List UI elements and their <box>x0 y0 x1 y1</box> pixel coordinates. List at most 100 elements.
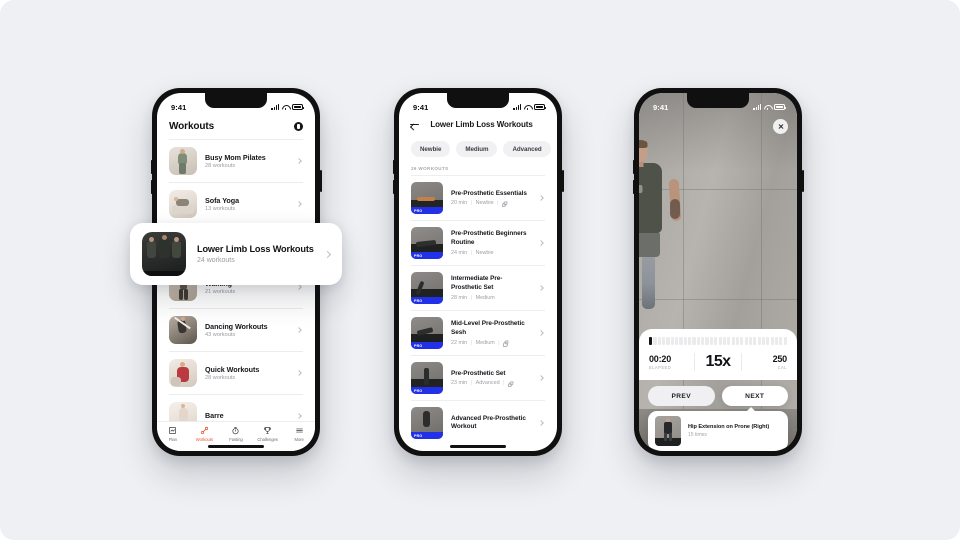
progress-segment <box>718 337 722 345</box>
status-time: 9:41 <box>171 102 187 112</box>
page-title: Workouts <box>169 121 215 132</box>
back-arrow-icon[interactable] <box>410 120 419 129</box>
workout-duration: 20 min <box>451 200 468 207</box>
chevron-right-icon <box>296 327 302 333</box>
thumbnail: PRO <box>411 272 443 304</box>
progress-segments[interactable] <box>649 337 787 345</box>
list-item-title: Dancing Workouts <box>205 321 268 331</box>
volume-down-button[interactable] <box>150 180 152 194</box>
notch <box>205 93 267 108</box>
workout-list: PRO Pre-Prosthetic Essentials 20 min | N… <box>399 175 557 445</box>
phone-3-workout-player: 9:41 00:20 ELAPSED 15x 250 CAL PREV NEXT… <box>632 88 804 456</box>
tab-plan[interactable]: Plan <box>158 426 188 442</box>
torso-shirt <box>639 163 662 233</box>
list-item[interactable]: Quick Workouts 28 workouts <box>169 351 303 394</box>
list-item[interactable]: Dancing Workouts 43 workouts <box>169 308 303 351</box>
exercise-title: Hip Extension on Prone (Right) <box>688 424 770 430</box>
featured-workout-card[interactable]: Lower Limb Loss Workouts 24 workouts <box>130 223 342 285</box>
table-row[interactable]: PRO Pre-Prosthetic Essentials 20 min | N… <box>411 175 545 220</box>
chevron-right-icon <box>323 250 332 258</box>
thumbnail: PRO <box>411 182 443 214</box>
progress-segment <box>692 337 696 345</box>
phone-3-screen: 9:41 00:20 ELAPSED 15x 250 CAL PREV NEXT… <box>639 93 797 451</box>
tab-more[interactable]: More <box>284 426 314 442</box>
progress-segment <box>670 337 674 345</box>
chevron-right-icon <box>296 201 302 207</box>
list-item-subtitle: 28 workouts <box>205 375 236 382</box>
current-exercise-card[interactable]: Hip Extension on Prone (Right) 15 times <box>648 407 788 451</box>
tattoo <box>670 199 680 219</box>
table-row[interactable]: PRO Pre-Prosthetic Beginners Routine 24 … <box>411 220 545 265</box>
meta-separator: | <box>497 200 499 207</box>
list-item-subtitle: 43 workouts <box>205 332 236 339</box>
prev-button[interactable]: PREV <box>648 386 715 406</box>
meta-separator: | <box>498 339 500 346</box>
power-button[interactable] <box>562 170 564 192</box>
equipment-icon <box>507 381 513 388</box>
meta-separator: | <box>470 380 473 387</box>
workouts-icon <box>200 426 209 435</box>
workout-duration: 23 min <box>451 380 468 387</box>
volume-down-button[interactable] <box>392 180 394 194</box>
meta-separator: | <box>503 380 505 387</box>
table-row[interactable]: PRO Mid-Level Pre-Prosthetic Sesh 22 min… <box>411 310 545 355</box>
power-button[interactable] <box>320 170 322 192</box>
progress-segment <box>748 337 753 345</box>
wifi-icon <box>764 104 771 111</box>
table-row[interactable]: PRO Advanced Pre-Prosthetic Workout <box>411 400 545 445</box>
workout-title: Advanced Pre-Prosthetic Workout <box>451 414 526 430</box>
workout-category-list: Busy Mom Pilates 28 workouts Sofa Yoga 1… <box>157 139 315 437</box>
battery-icon <box>774 104 786 110</box>
info-circle-icon[interactable] <box>294 122 303 131</box>
workout-duration: 22 min <box>451 339 468 346</box>
tab-label: Workouts <box>195 437 213 442</box>
status-time: 9:41 <box>413 102 429 112</box>
progress-segment <box>766 337 770 345</box>
meta-separator: | <box>470 339 473 346</box>
tab-label: Fasting <box>229 437 243 442</box>
progress-segment <box>740 337 744 345</box>
pro-badge: PRO <box>411 207 443 214</box>
progress-segment <box>649 337 653 345</box>
power-button[interactable] <box>802 170 804 192</box>
battery-icon <box>292 104 304 110</box>
workout-count-label: 26 WORKOUTS <box>411 166 449 171</box>
shorts <box>639 231 660 257</box>
volume-up-button[interactable] <box>392 160 394 174</box>
reps-value: 15x <box>705 353 732 370</box>
filter-pill-medium[interactable]: Medium <box>456 141 498 157</box>
meta-separator: | <box>470 294 473 301</box>
cellular-signal-icon <box>753 104 761 110</box>
thumbnail: PRO <box>411 362 443 394</box>
list-item[interactable]: Sofa Yoga 13 workouts <box>169 182 303 225</box>
filter-pill-newbie[interactable]: Newbie <box>411 141 451 157</box>
trophy-icon <box>263 426 272 435</box>
progress-segment <box>727 337 731 345</box>
volume-down-button[interactable] <box>632 180 634 194</box>
tab-label: Plan <box>168 437 177 442</box>
volume-up-button[interactable] <box>150 160 152 174</box>
table-row[interactable]: PRO Intermediate Pre-Prosthetic Set 28 m… <box>411 265 545 310</box>
workout-level: Newbie <box>475 200 494 207</box>
workout-title: Mid-Level Pre-Prosthetic Sesh <box>451 320 525 336</box>
phone-2-screen: 9:41 Lower Limb Loss Workouts Newbie Med… <box>399 93 557 451</box>
close-icon[interactable] <box>773 119 788 134</box>
workout-title: Pre-Prosthetic Beginners Routine <box>451 230 527 246</box>
tab-workouts[interactable]: Workouts <box>189 426 219 442</box>
filter-pill-advanced[interactable]: Advanced <box>503 141 551 157</box>
status-time: 9:41 <box>653 102 669 112</box>
tab-challenges[interactable]: Challenges <box>253 426 283 442</box>
menu-icon <box>295 426 304 435</box>
list-item-title: Busy Mom Pilates <box>205 152 266 162</box>
stat-elapsed: 00:20 ELAPSED <box>649 354 694 371</box>
list-item-subtitle: 21 workouts <box>205 289 236 296</box>
thumbnail <box>169 359 197 387</box>
next-button[interactable]: NEXT <box>721 386 788 406</box>
table-row[interactable]: PRO Pre-Prosthetic Set 23 min | Advanced… <box>411 355 545 400</box>
nav-button-row: PREV NEXT <box>639 380 797 411</box>
tab-fasting[interactable]: Fasting <box>221 426 251 442</box>
volume-up-button[interactable] <box>632 160 634 174</box>
battery-icon <box>534 104 546 110</box>
equipment-icon <box>503 340 508 347</box>
list-item[interactable]: Busy Mom Pilates 28 workouts <box>169 139 303 182</box>
